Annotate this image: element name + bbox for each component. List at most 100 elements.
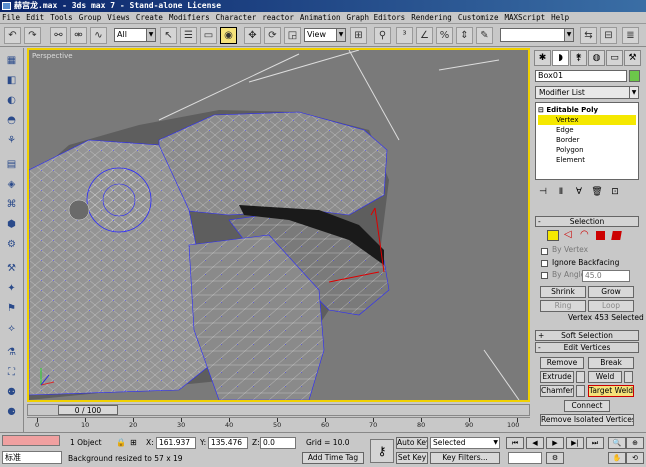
chamfer-settings-button[interactable]: [576, 385, 585, 397]
y-coordinate-field[interactable]: 135.476: [208, 437, 248, 449]
key-filters-button[interactable]: Key Filters...: [430, 452, 500, 464]
vertex-mode-icon[interactable]: [547, 230, 559, 241]
poly-tool-16-icon[interactable]: ⛶: [3, 364, 20, 381]
stack-item-border[interactable]: Border: [538, 135, 636, 145]
named-selection-sets-dropdown[interactable]: ▼: [500, 28, 574, 42]
create-tab-icon[interactable]: ✱: [534, 50, 551, 66]
select-object-icon[interactable]: ↖: [160, 27, 177, 44]
zoom-all-icon[interactable]: ⊕: [626, 437, 644, 449]
go-to-end-icon[interactable]: ⏭: [586, 437, 604, 449]
extrude-button[interactable]: Extrude: [540, 371, 574, 383]
poly-tool-17-icon[interactable]: ⚉: [3, 384, 20, 401]
shrink-button[interactable]: Shrink: [540, 286, 586, 298]
move-icon[interactable]: ✥: [244, 27, 261, 44]
weld-button[interactable]: Weld: [588, 371, 622, 383]
menu-file[interactable]: File: [2, 13, 20, 22]
named-selection-icon[interactable]: ✎: [476, 27, 493, 44]
snap-toggle-icon[interactable]: ³: [396, 27, 413, 44]
set-key-icon[interactable]: ⚷: [370, 439, 394, 463]
time-slider[interactable]: 0 / 100: [27, 404, 530, 416]
polygon-mode-icon[interactable]: [596, 231, 605, 240]
layer-manager-icon[interactable]: ≣: [622, 27, 639, 44]
selection-filter-dropdown[interactable]: All ▼: [114, 28, 156, 42]
unlink-icon[interactable]: ⚮: [70, 27, 87, 44]
menu-rendering[interactable]: Rendering: [411, 13, 452, 22]
next-frame-icon[interactable]: ▶|: [566, 437, 584, 449]
scale-icon[interactable]: ◲: [284, 27, 301, 44]
ime-indicator[interactable]: 标准: [2, 451, 62, 464]
poly-tool-3-icon[interactable]: ◐: [3, 92, 20, 109]
connect-button[interactable]: Connect: [564, 400, 610, 412]
pan-icon[interactable]: ✋: [608, 452, 626, 464]
poly-tool-9-icon[interactable]: ⬢: [3, 216, 20, 233]
rect-selection-icon[interactable]: ▭: [200, 27, 217, 44]
modifier-list-dropdown[interactable]: Modifier List ▼: [535, 86, 639, 99]
poly-tool-15-icon[interactable]: ⚗: [3, 344, 20, 361]
menu-modifiers[interactable]: Modifiers: [169, 13, 210, 22]
edge-mode-icon[interactable]: ◁: [564, 229, 572, 240]
object-name-field[interactable]: Box01: [535, 70, 627, 82]
chamfer-button[interactable]: Chamfer: [540, 385, 574, 397]
poly-tool-8-icon[interactable]: ⌘: [3, 196, 20, 213]
display-tab-icon[interactable]: ▭: [606, 50, 623, 66]
edit-vertices-rollout-header[interactable]: - Edit Vertices: [535, 342, 639, 353]
percent-snap-icon[interactable]: %: [436, 27, 453, 44]
align-icon[interactable]: ⊟: [600, 27, 617, 44]
time-slider-thumb[interactable]: 0 / 100: [58, 405, 118, 415]
menu-animation[interactable]: Animation: [300, 13, 341, 22]
menu-customize[interactable]: Customize: [458, 13, 499, 22]
pivot-center-icon[interactable]: ⊞: [350, 27, 367, 44]
extrude-settings-button[interactable]: [576, 371, 585, 383]
absolute-mode-icon[interactable]: ⊞: [130, 438, 137, 447]
menu-views[interactable]: Views: [107, 13, 130, 22]
show-end-result-icon[interactable]: Ⅱ: [553, 185, 569, 199]
poly-tool-12-icon[interactable]: ✦: [3, 280, 20, 297]
z-coordinate-field[interactable]: 0.0: [260, 437, 296, 449]
poly-tool-1-icon[interactable]: ▦: [3, 52, 20, 69]
border-mode-icon[interactable]: ◠: [580, 229, 589, 240]
window-crossing-icon[interactable]: ◉: [220, 27, 237, 44]
remove-modifier-icon[interactable]: 🗑: [589, 185, 605, 199]
poly-tool-14-icon[interactable]: ⟡: [3, 320, 20, 337]
menu-graph-editors[interactable]: Graph Editors: [346, 13, 405, 22]
poly-tool-2-icon[interactable]: ◧: [3, 72, 20, 89]
rotate-icon[interactable]: ⟳: [264, 27, 281, 44]
stack-item-element[interactable]: Element: [538, 155, 636, 165]
spinner-snap-icon[interactable]: ⇕: [456, 27, 473, 44]
by-vertex-checkbox[interactable]: [541, 248, 548, 255]
lock-icon[interactable]: 🔒: [116, 438, 126, 447]
menu-edit[interactable]: Edit: [26, 13, 44, 22]
stack-item-polygon[interactable]: Polygon: [538, 145, 636, 155]
break-button[interactable]: Break: [588, 357, 634, 369]
hierarchy-tab-icon[interactable]: ⚵: [570, 50, 587, 66]
menu-group[interactable]: Group: [79, 13, 102, 22]
stack-item-vertex[interactable]: Vertex: [538, 115, 636, 125]
menu-tools[interactable]: Tools: [50, 13, 73, 22]
grow-button[interactable]: Grow: [588, 286, 634, 298]
pin-stack-icon[interactable]: ⊣: [535, 185, 551, 199]
target-weld-button[interactable]: Target Weld: [588, 385, 634, 397]
loop-button[interactable]: Loop: [588, 300, 634, 312]
configure-sets-icon[interactable]: ⊡: [607, 185, 623, 199]
select-manipulate-icon[interactable]: ⚲: [374, 27, 391, 44]
element-mode-icon[interactable]: [611, 231, 622, 240]
ring-button[interactable]: Ring: [540, 300, 586, 312]
poly-tool-10-icon[interactable]: ⚙: [3, 236, 20, 253]
poly-tool-18-icon[interactable]: ⚈: [3, 404, 20, 421]
perspective-viewport[interactable]: Perspective: [27, 48, 530, 402]
poly-tool-6-icon[interactable]: ▤: [3, 156, 20, 173]
motion-tab-icon[interactable]: ◍: [588, 50, 605, 66]
time-config-icon[interactable]: ⚙: [546, 452, 564, 464]
maxscript-listener[interactable]: [2, 435, 60, 446]
remove-isolated-vertices-button[interactable]: Remove Isolated Vertices: [540, 414, 634, 426]
auto-key-button[interactable]: Auto Key: [396, 437, 428, 449]
object-color-swatch[interactable]: [629, 70, 640, 82]
redo-icon[interactable]: ↷: [24, 27, 41, 44]
undo-icon[interactable]: ↶: [4, 27, 21, 44]
poly-tool-5-icon[interactable]: ⚘: [3, 132, 20, 149]
menu-help[interactable]: Help: [551, 13, 569, 22]
by-angle-checkbox[interactable]: [541, 272, 548, 279]
weld-settings-button[interactable]: [624, 371, 633, 383]
play-icon[interactable]: ▶: [546, 437, 564, 449]
set-key-button[interactable]: Set Key: [396, 452, 428, 464]
